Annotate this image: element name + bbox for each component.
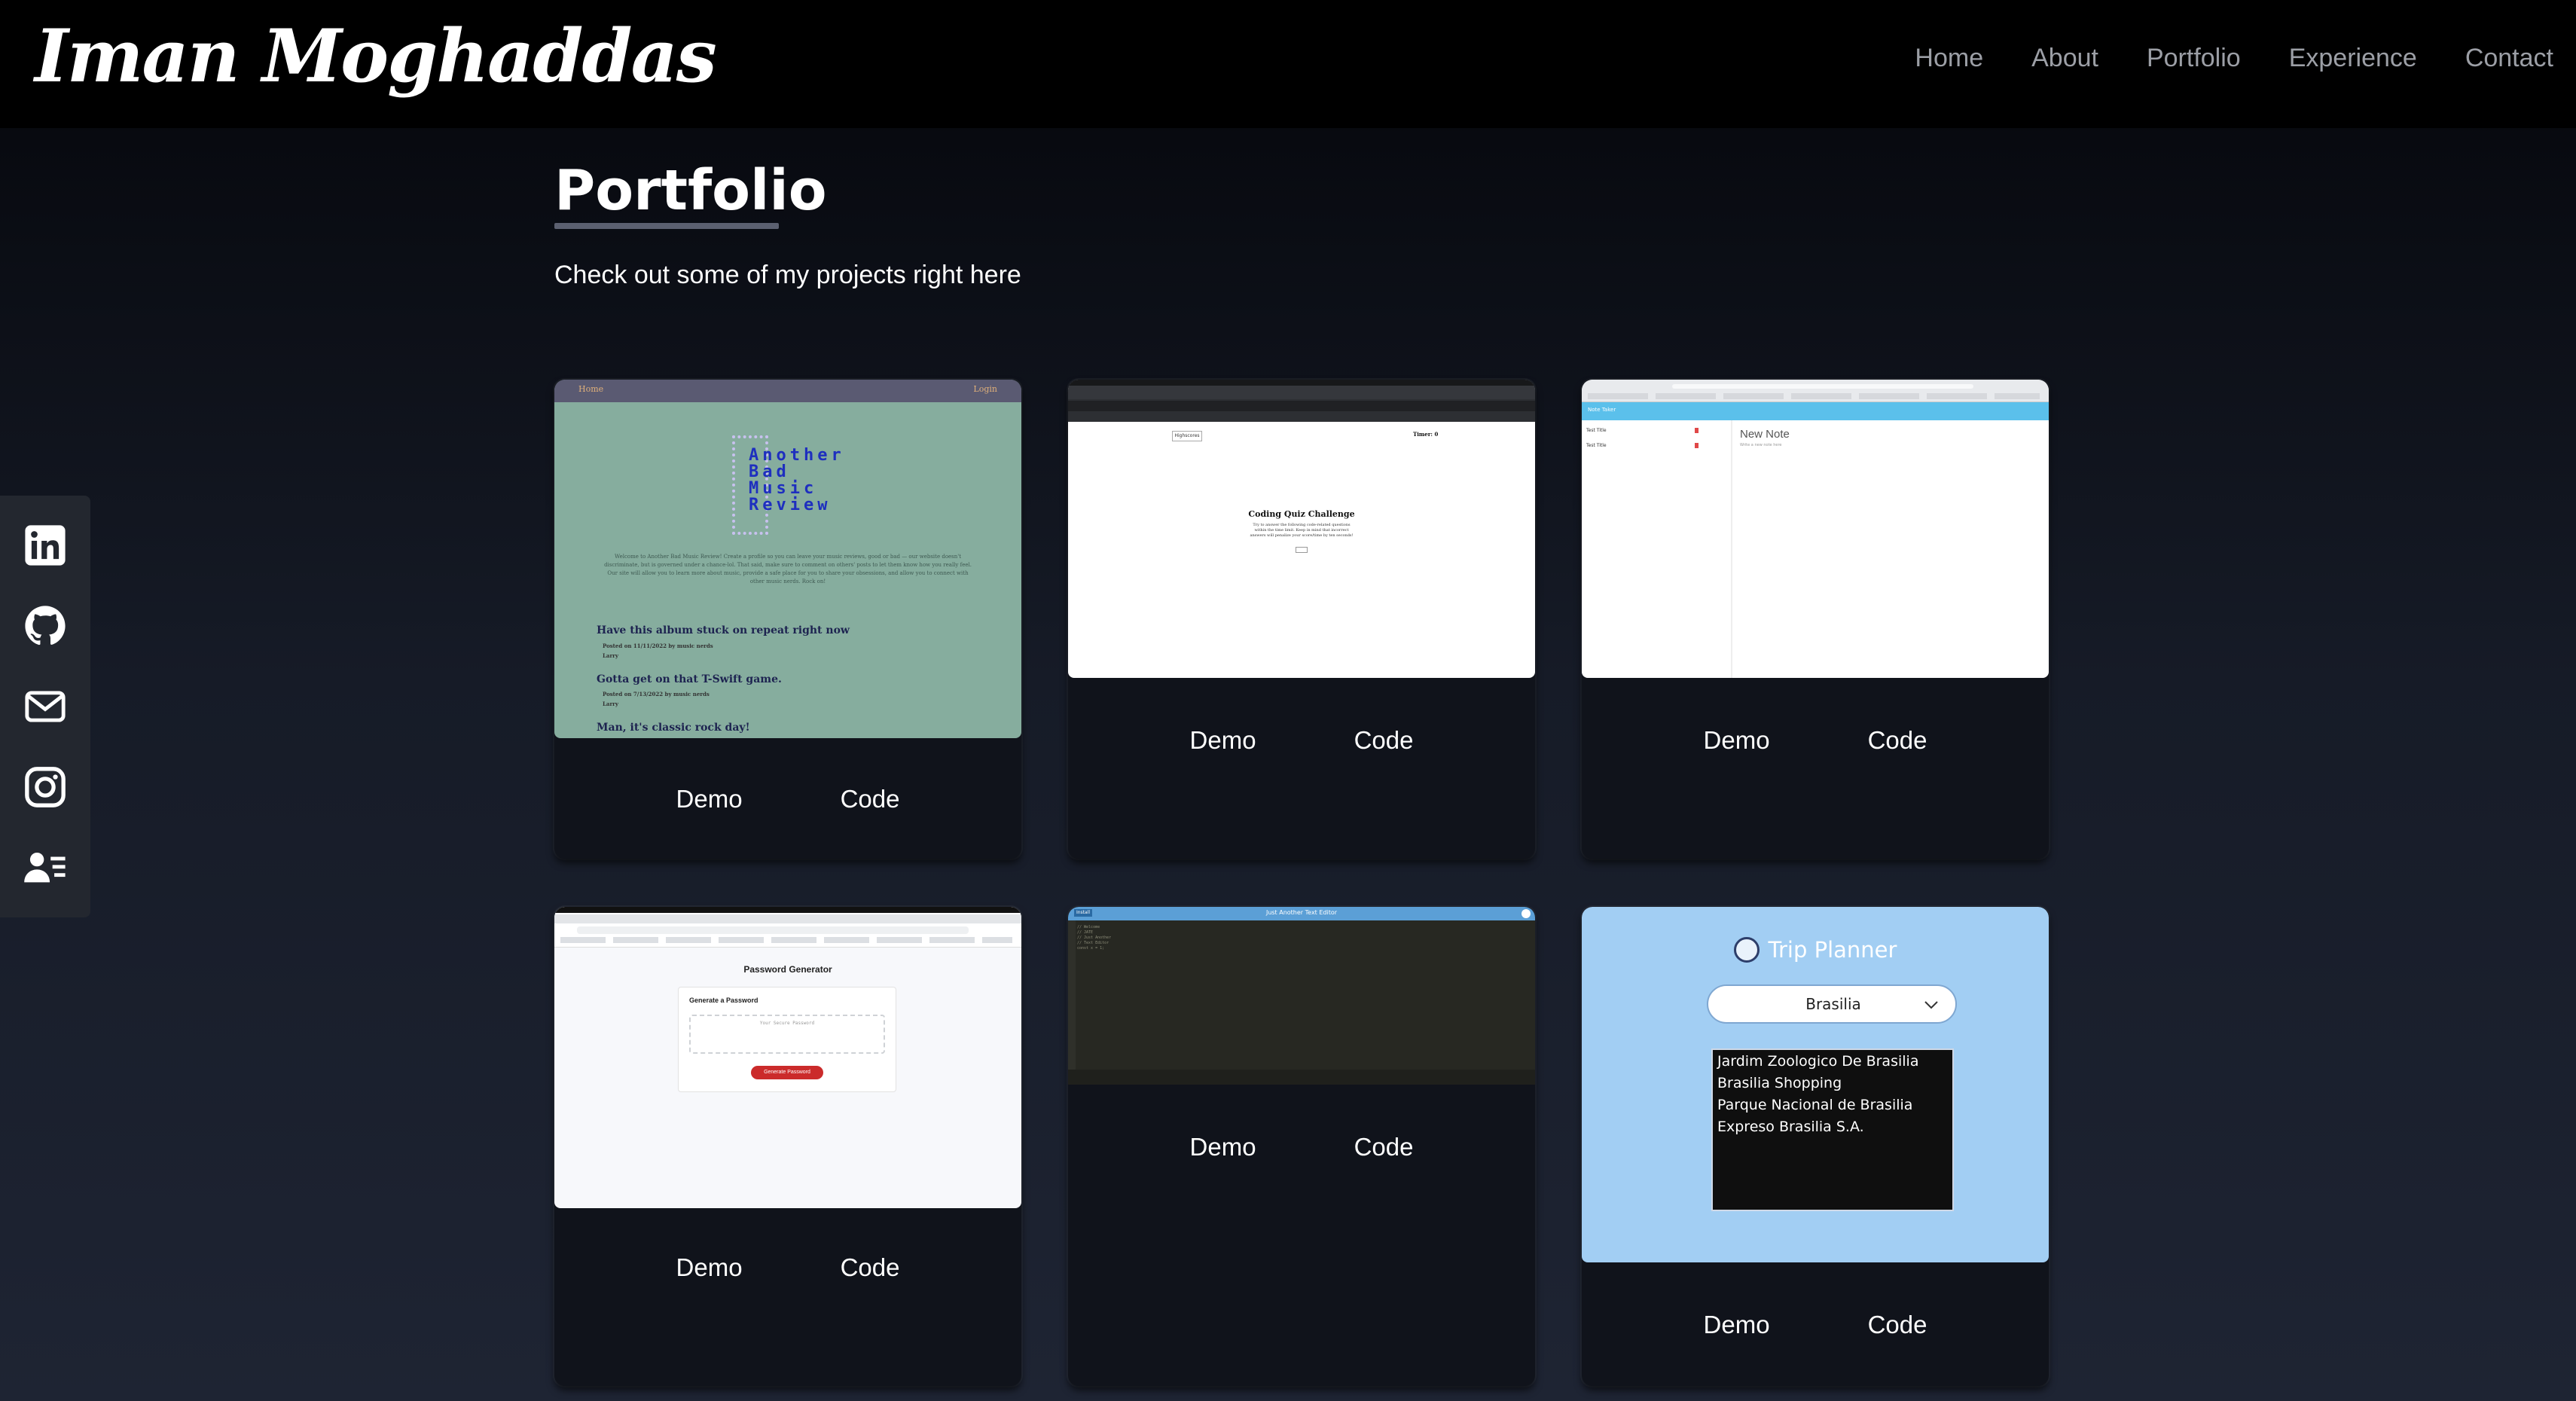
- demo-link[interactable]: Demo: [1190, 726, 1256, 755]
- thumb-post-title: Have this album stuck on repeat right no…: [597, 624, 850, 636]
- thumb-post-title: Man, it's classic rock day!: [597, 722, 750, 734]
- page-title: Portfolio: [554, 158, 827, 223]
- card-links: Demo Code: [554, 1253, 1021, 1282]
- thumb-nav-login: Login: [973, 384, 997, 394]
- project-screenshot[interactable]: Password Generator Generate a Password Y…: [554, 907, 1021, 1208]
- nav-about-link[interactable]: About: [2031, 44, 2098, 73]
- thumb-results-box: Jardim Zoologico De Brasilia Brasilia Sh…: [1711, 1048, 1954, 1211]
- demo-link[interactable]: Demo: [676, 1253, 743, 1282]
- thumb-title-bar: Install Just Another Text Editor: [1068, 907, 1535, 920]
- thumb-footer: [1068, 1070, 1535, 1085]
- demo-link[interactable]: Demo: [1704, 726, 1770, 755]
- project-card: Install Just Another Text Editor // Welc…: [1068, 907, 1535, 1386]
- resume-icon[interactable]: [23, 845, 68, 890]
- project-card: Password Generator Generate a Password Y…: [554, 907, 1021, 1386]
- thumb-result-item: Parque Nacional de Brasilia: [1717, 1097, 1913, 1113]
- thumb-browser-chrome: [1582, 380, 2049, 402]
- code-link[interactable]: Code: [1868, 1311, 1927, 1339]
- thumb-password-placeholder: Your Secure Password: [759, 1021, 815, 1026]
- thumb-password-box: Your Secure Password: [689, 1015, 885, 1054]
- thumb-generate-button: Generate Password: [751, 1066, 823, 1079]
- globe-icon: [1733, 937, 1760, 963]
- demo-link[interactable]: Demo: [1190, 1133, 1256, 1161]
- thumb-post-meta: Posted on 7/13/2022 by music nerds: [603, 691, 710, 697]
- project-screenshot[interactable]: Note Taker Test Title Test Title New Not…: [1582, 380, 2049, 678]
- project-card: Note Taker Test Title Test Title New Not…: [1582, 380, 2049, 859]
- thumb-delete-icon: [1695, 443, 1699, 448]
- project-screenshot[interactable]: Home Login Another Bad Music Review Welc…: [554, 380, 1021, 738]
- card-links: Demo Code: [554, 785, 1021, 813]
- project-screenshot[interactable]: Highscores Timer: 0 Coding Quiz Challeng…: [1068, 380, 1535, 678]
- site-header: Iman Moghaddas Home About Portfolio Expe…: [0, 0, 2576, 128]
- code-link[interactable]: Code: [841, 1253, 900, 1282]
- code-link[interactable]: Code: [1354, 1133, 1414, 1161]
- card-links: Demo Code: [1068, 726, 1535, 755]
- code-link[interactable]: Code: [1868, 726, 1927, 755]
- thumb-title: Just Another Text Editor: [1265, 909, 1338, 916]
- project-screenshot[interactable]: Trip Planner Brasilia Jardim Zoologico D…: [1582, 907, 2049, 1262]
- linkedin-icon[interactable]: [23, 523, 68, 568]
- social-sidebar: [0, 496, 90, 917]
- thumb-card-title: Generate a Password: [689, 997, 758, 1004]
- thumb-result-item: Jardim Zoologico De Brasilia: [1717, 1053, 1919, 1070]
- thumb-note-item: Test Title: [1586, 443, 1607, 448]
- thumb-browser-chrome: [554, 907, 1021, 948]
- page-subtitle: Check out some of my projects right here: [554, 261, 1021, 289]
- thumb-navbar: Home Login: [554, 380, 1021, 402]
- thumb-intro-text: Welcome to Another Bad Music Review! Cre…: [604, 554, 972, 585]
- thumb-result-item: Brasilia Shopping: [1717, 1075, 1842, 1091]
- thumb-navbar: Note Taker: [1582, 402, 2049, 420]
- nav-contact-link[interactable]: Contact: [2465, 44, 2553, 73]
- github-icon[interactable]: [23, 603, 68, 649]
- thumb-result-item: Expreso Brasilia S.A.: [1717, 1119, 1864, 1135]
- thumb-browser-chrome: [1068, 380, 1535, 422]
- thumb-quiz-heading: Coding Quiz Challenge: [1248, 509, 1355, 519]
- main-nav: Home About Portfolio Experience Contact: [1915, 44, 2553, 73]
- thumb-timer: Timer: 0: [1413, 431, 1439, 438]
- thumb-app-name: Note Taker: [1588, 407, 1616, 413]
- code-link[interactable]: Code: [1354, 726, 1414, 755]
- thumb-logo-icon: [1521, 909, 1531, 918]
- thumb-delete-icon: [1695, 428, 1699, 433]
- title-underline: [554, 223, 779, 229]
- card-links: Demo Code: [1582, 1311, 2049, 1339]
- demo-link[interactable]: Demo: [676, 785, 743, 813]
- site-logo[interactable]: Iman Moghaddas: [35, 14, 717, 99]
- thumb-code: // Welcome // JATE // Just Another // Te…: [1077, 925, 1112, 951]
- thumb-start-button: [1296, 547, 1308, 553]
- thumb-highscores-button: Highscores: [1172, 431, 1202, 441]
- project-card: Home Login Another Bad Music Review Welc…: [554, 380, 1021, 859]
- thumb-nav-home: Home: [578, 384, 604, 394]
- card-links: Demo Code: [1582, 726, 2049, 755]
- thumb-password-card: Generate a Password Your Secure Password…: [678, 987, 896, 1092]
- thumb-quiz-text: Try to answer the following code-related…: [1250, 523, 1354, 538]
- thumb-title: Trip Planner: [1768, 937, 1897, 963]
- thumb-logo-text: Another Bad Music Review: [749, 446, 845, 514]
- thumb-selected-city: Brasilia: [1805, 995, 1861, 1013]
- nav-portfolio-link[interactable]: Portfolio: [2147, 44, 2241, 73]
- project-card: Highscores Timer: 0 Coding Quiz Challeng…: [1068, 380, 1535, 859]
- thumb-header: Trip Planner: [1582, 937, 2049, 963]
- thumb-post-meta: Posted on 11/11/2022 by music nerds: [603, 643, 713, 649]
- nav-experience-link[interactable]: Experience: [2289, 44, 2417, 73]
- project-screenshot[interactable]: Install Just Another Text Editor // Welc…: [1068, 907, 1535, 1085]
- email-icon[interactable]: [23, 684, 68, 729]
- nav-home-link[interactable]: Home: [1915, 44, 1983, 73]
- thumb-note-list: Test Title Test Title: [1582, 420, 1732, 678]
- card-links: Demo Code: [1068, 1133, 1535, 1161]
- thumb-post-title: Gotta get on that T-Swift game.: [597, 673, 782, 685]
- project-card: Trip Planner Brasilia Jardim Zoologico D…: [1582, 907, 2049, 1386]
- chevron-down-icon: [1924, 1001, 1938, 1009]
- thumb-note-item: Test Title: [1586, 428, 1607, 433]
- thumb-gutter: [1068, 920, 1076, 1085]
- demo-link[interactable]: Demo: [1704, 1311, 1770, 1339]
- thumb-post-author: Larry: [603, 700, 618, 707]
- code-link[interactable]: Code: [841, 785, 900, 813]
- thumb-city-select: Brasilia: [1707, 984, 1957, 1024]
- thumb-heading: Password Generator: [743, 964, 832, 975]
- instagram-icon[interactable]: [23, 765, 68, 810]
- thumb-post-author: Larry: [603, 652, 618, 659]
- thumb-new-note-text: Write a new note here: [1740, 443, 1782, 447]
- thumb-new-note-title: New Note: [1740, 428, 1790, 441]
